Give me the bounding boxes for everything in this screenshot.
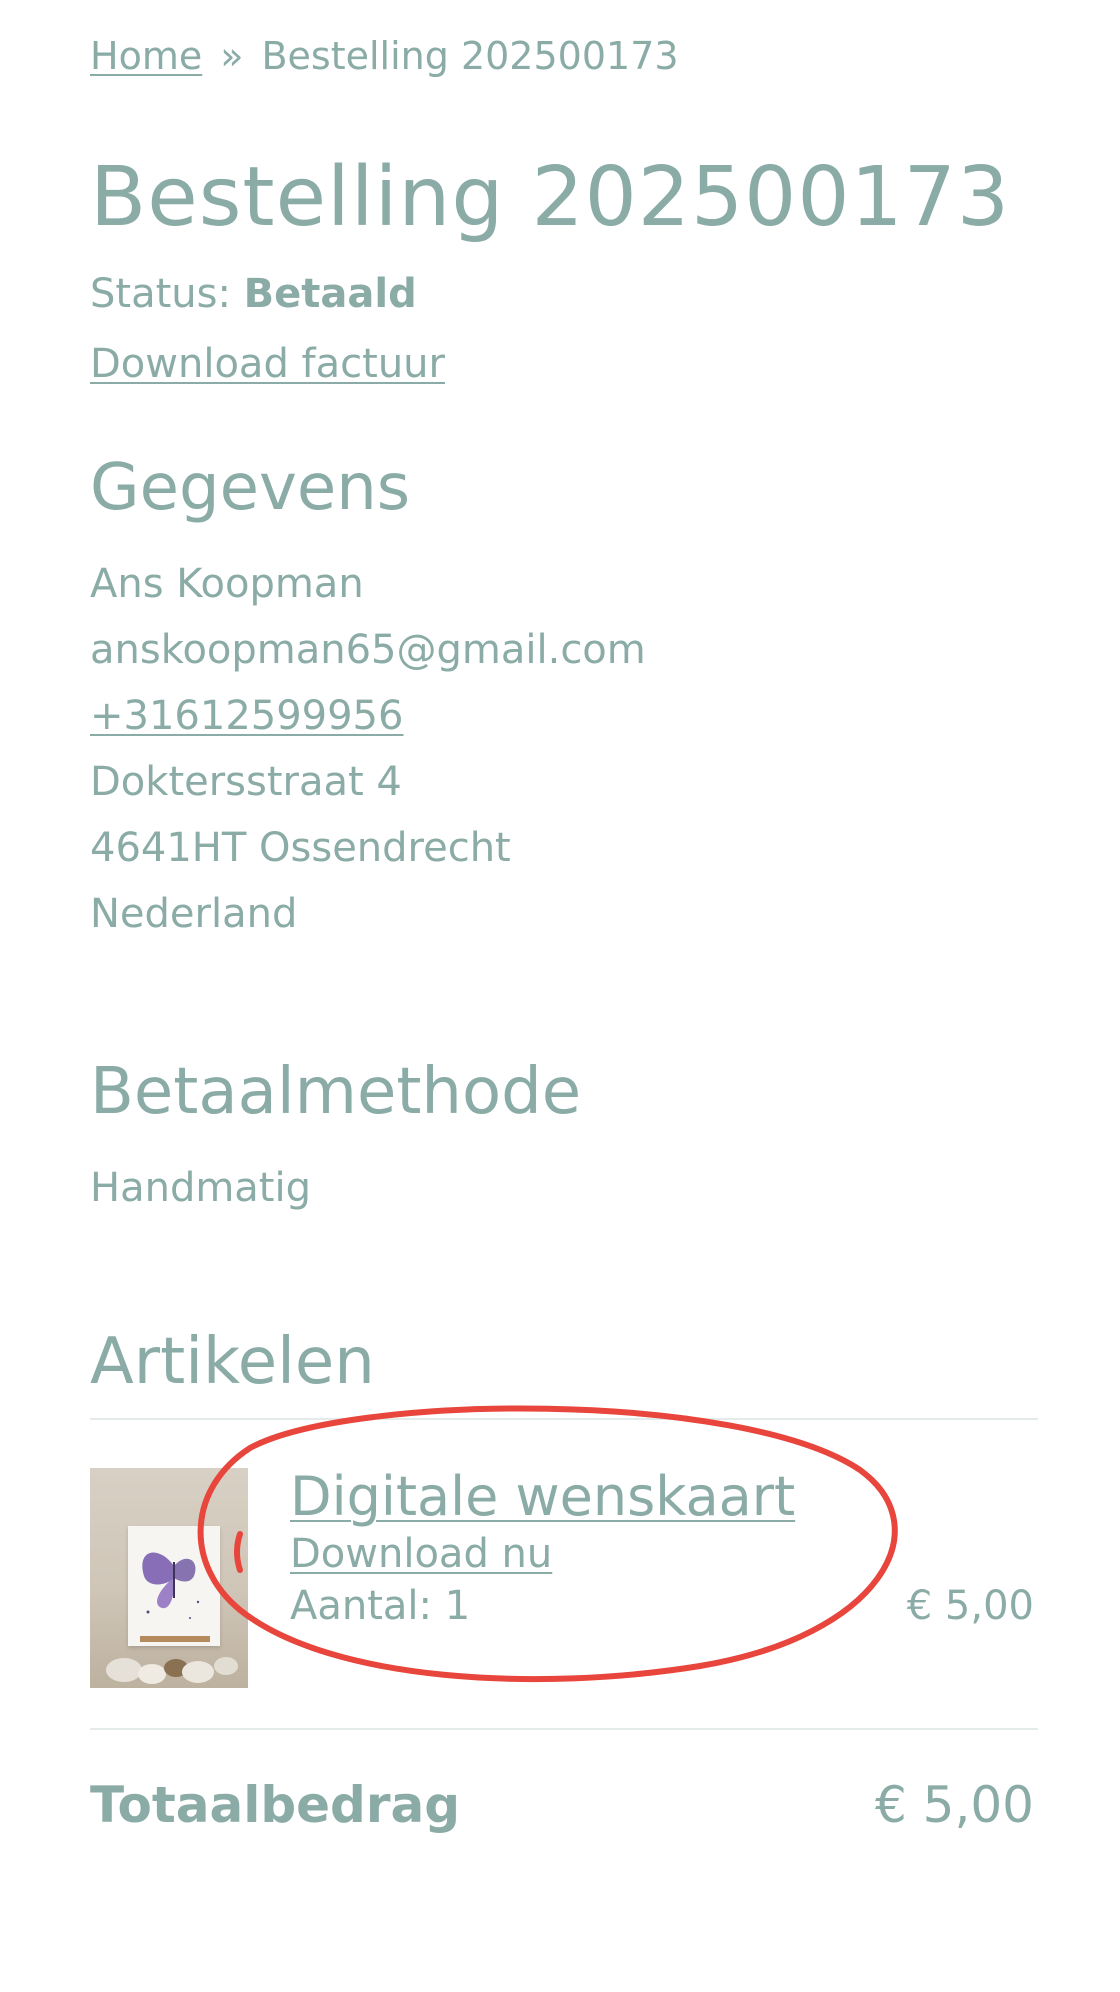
- order-status: Status: Betaald: [90, 268, 417, 320]
- card-paper: [128, 1526, 220, 1646]
- items-bottom-divider: [90, 1728, 1038, 1730]
- item-quantity: Aantal: 1: [290, 1583, 471, 1629]
- item-price: € 5,00: [906, 1583, 1034, 1629]
- item-title-link[interactable]: Digitale wenskaart: [290, 1464, 795, 1530]
- customer-email: anskoopman65@gmail.com: [90, 627, 646, 673]
- items-heading: Artikelen: [90, 1325, 375, 1399]
- address-country: Nederland: [90, 891, 298, 937]
- total-value: € 5,00: [874, 1776, 1034, 1834]
- breadcrumb-separator: »: [220, 34, 244, 78]
- download-invoice-link[interactable]: Download factuur: [90, 338, 445, 390]
- address-postal-city: 4641HT Ossendrecht: [90, 825, 511, 871]
- address-street: Doktersstraat 4: [90, 759, 402, 805]
- customer-name: Ans Koopman: [90, 561, 364, 607]
- payment-heading: Betaalmethode: [90, 1055, 582, 1129]
- butterfly-icon: [142, 1552, 200, 1619]
- customer-phone-link[interactable]: +31612599956: [90, 690, 403, 742]
- breadcrumb: Home » Bestelling 202500173: [90, 32, 679, 80]
- easel-shape: [140, 1636, 210, 1642]
- page-title: Bestelling 202500173: [90, 150, 1010, 245]
- total-label: Totaalbedrag: [90, 1776, 461, 1834]
- stones-icon: [106, 1657, 238, 1684]
- items-top-divider: [90, 1418, 1038, 1420]
- payment-method: Handmatig: [90, 1165, 311, 1211]
- breadcrumb-current: Bestelling 202500173: [261, 34, 679, 78]
- status-label: Status:: [90, 271, 231, 317]
- details-heading: Gegevens: [90, 451, 411, 525]
- breadcrumb-home-link[interactable]: Home: [90, 34, 202, 78]
- status-value: Betaald: [243, 271, 417, 317]
- item-download-link[interactable]: Download nu: [290, 1528, 552, 1580]
- butterfly-card-image[interactable]: [90, 1468, 248, 1688]
